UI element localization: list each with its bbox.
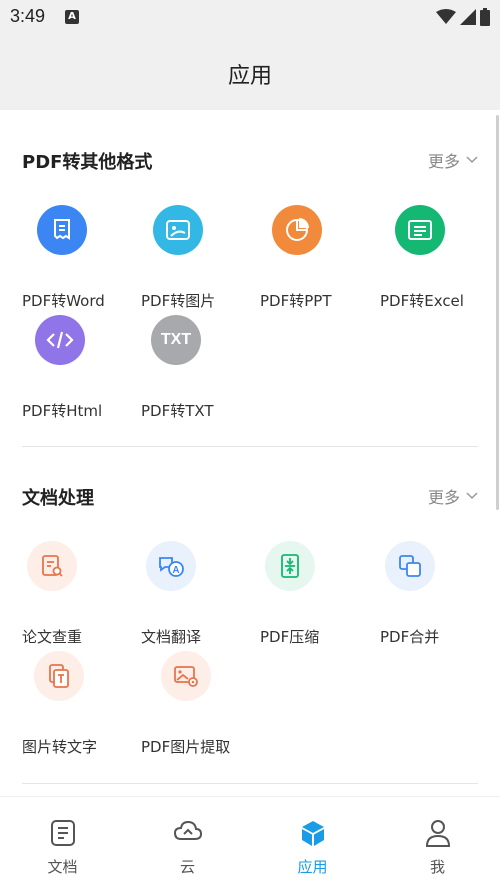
tool-label: PDF压缩: [260, 628, 320, 646]
tab-apps[interactable]: 应用: [250, 797, 375, 888]
word-doc-icon: [37, 205, 87, 255]
tool-label: PDF合并: [380, 628, 440, 646]
tool-label: 图片转文字: [22, 738, 98, 756]
cube-icon: [250, 819, 375, 847]
tool-label: PDF转Excel: [380, 292, 464, 310]
tab-label: 我: [429, 858, 445, 876]
more-button[interactable]: 更多: [428, 148, 478, 172]
battery-icon: [480, 8, 490, 26]
tab-documents[interactable]: 文档: [0, 797, 125, 888]
tool-label: 论文查重: [22, 628, 83, 646]
tab-label: 云: [179, 858, 195, 876]
tool-label: PDF转Word: [22, 292, 105, 310]
compress-icon: [265, 541, 315, 591]
more-label: 更多: [427, 152, 460, 171]
tool-pdf-to-image[interactable]: PDF转图片: [141, 205, 256, 310]
person-icon: [375, 819, 500, 847]
code-icon: [35, 315, 85, 365]
tool-label: PDF转TXT: [141, 402, 214, 420]
status-time: 3:49: [10, 6, 46, 26]
txt-icon: TXT: [151, 315, 201, 365]
main-content[interactable]: PDF转其他格式 更多 PDF转Word PDF转图片 PDF转PPT PDF转…: [0, 110, 500, 796]
image-extract-icon: [161, 651, 211, 701]
app-bar: 应用: [0, 34, 500, 110]
tool-pdf-compress[interactable]: PDF压缩: [260, 541, 375, 646]
more-button[interactable]: 更多: [428, 484, 478, 508]
scrollbar[interactable]: [496, 115, 499, 510]
tool-pdf-to-excel[interactable]: PDF转Excel: [380, 205, 495, 310]
image-icon: [153, 205, 203, 255]
tool-pdf-to-html[interactable]: PDF转Html: [22, 315, 137, 420]
section-title: PDF转其他格式: [22, 152, 153, 173]
status-bar: 3:49 A: [0, 0, 500, 34]
notification-icon: A: [65, 10, 79, 24]
tool-label: 文档翻译: [141, 628, 202, 646]
tool-label: PDF图片提取: [141, 738, 231, 756]
section-divider: [22, 783, 478, 784]
tab-me[interactable]: 我: [375, 797, 500, 888]
section-title: 文档处理: [22, 488, 94, 509]
status-icons: [436, 8, 490, 26]
tool-paper-check[interactable]: 论文查重: [22, 541, 137, 646]
pie-chart-icon: [272, 205, 322, 255]
signal-icon: [460, 9, 476, 25]
tool-pdf-image-extract[interactable]: PDF图片提取: [141, 651, 256, 756]
tool-label: PDF转图片: [141, 292, 216, 310]
page-title: 应用: [227, 64, 272, 89]
chevron-down-icon: [466, 492, 478, 500]
tab-label: 应用: [297, 858, 328, 876]
tool-pdf-to-word[interactable]: PDF转Word: [22, 205, 137, 310]
cloud-icon: [125, 819, 250, 843]
chevron-down-icon: [466, 156, 478, 164]
section-divider: [22, 446, 478, 447]
tool-pdf-merge[interactable]: PDF合并: [380, 541, 495, 646]
wifi-icon: [436, 9, 456, 24]
more-label: 更多: [427, 488, 460, 507]
tool-image-to-text[interactable]: 图片转文字: [22, 651, 137, 756]
translate-icon: A: [146, 541, 196, 591]
tab-label: 文档: [47, 858, 78, 876]
svg-text:A: A: [172, 565, 179, 576]
document-search-icon: [27, 541, 77, 591]
tool-pdf-to-txt[interactable]: TXT PDF转TXT: [141, 315, 256, 420]
tool-label: PDF转Html: [22, 402, 103, 420]
tool-pdf-to-ppt[interactable]: PDF转PPT: [260, 205, 375, 310]
table-icon: [395, 205, 445, 255]
merge-icon: [385, 541, 435, 591]
tool-doc-translate[interactable]: A 文档翻译: [141, 541, 256, 646]
tool-label: PDF转PPT: [260, 292, 332, 310]
bottom-tab-bar: 文档 云 应用 我: [0, 796, 500, 888]
image-to-text-icon: [34, 651, 84, 701]
tab-cloud[interactable]: 云: [125, 797, 250, 888]
document-icon: [0, 819, 125, 847]
